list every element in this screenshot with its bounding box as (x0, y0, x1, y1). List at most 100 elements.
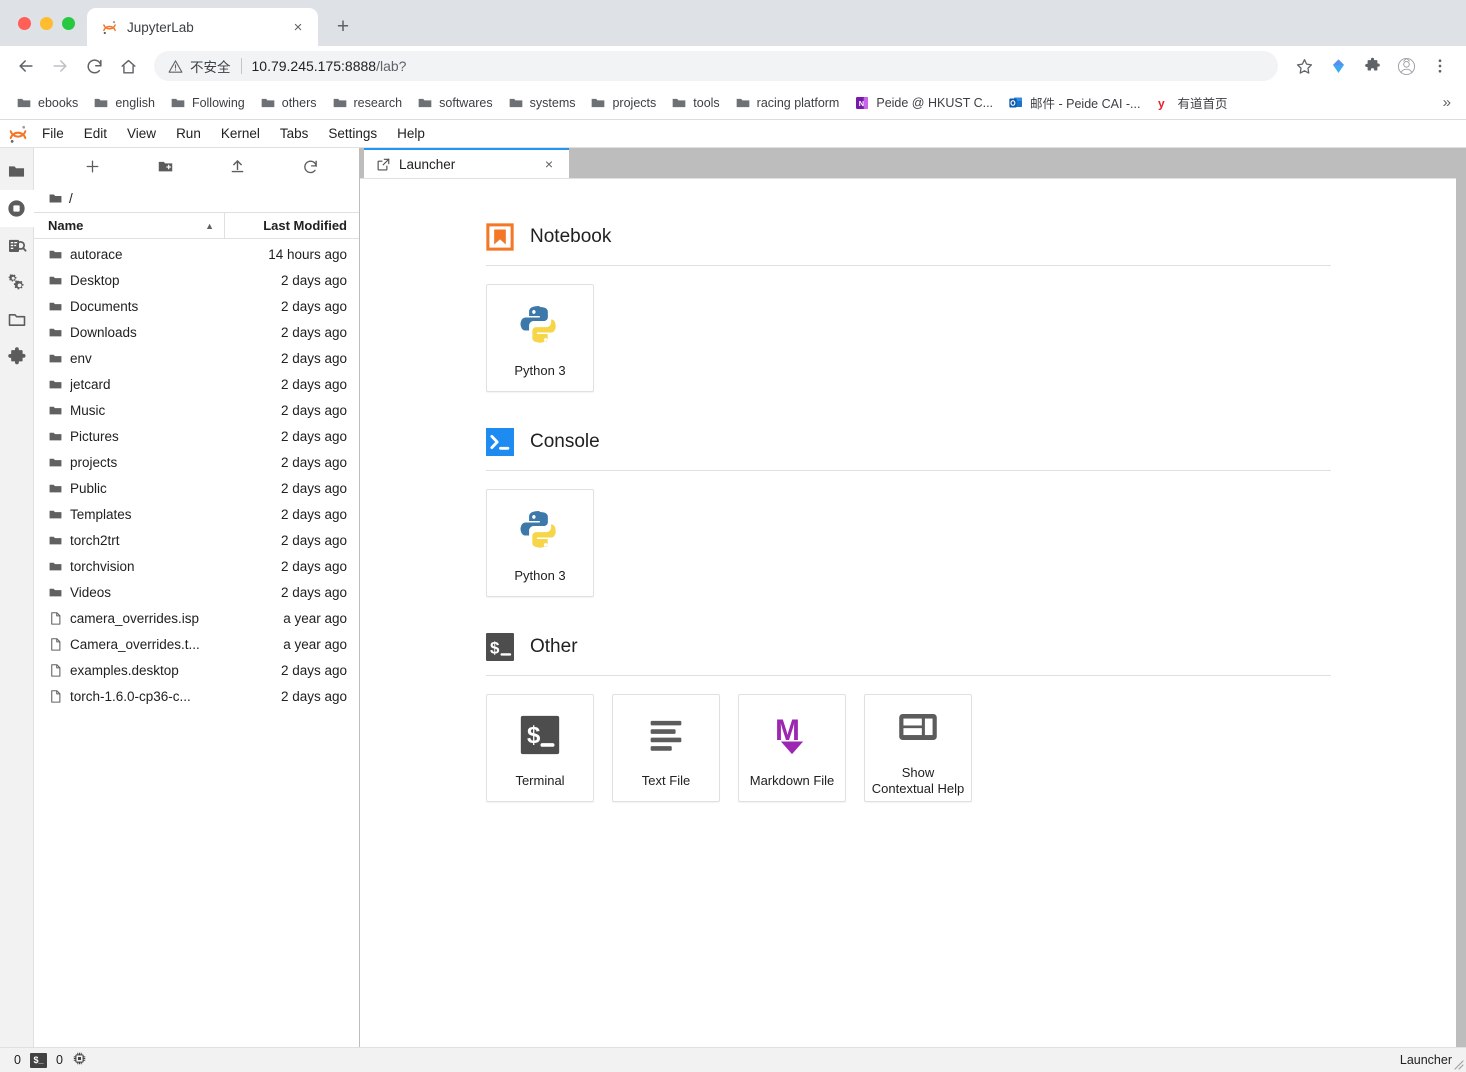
dock-tab-close-icon[interactable]: × (541, 156, 557, 172)
browser-menu-button[interactable] (1424, 50, 1456, 82)
menu-settings[interactable]: Settings (318, 123, 387, 145)
back-button[interactable] (10, 50, 42, 82)
file-list-item[interactable]: jetcard 2 days ago (34, 371, 359, 397)
new-launcher-button[interactable] (79, 153, 105, 179)
file-list-item[interactable]: projects 2 days ago (34, 449, 359, 475)
bookmark-item[interactable]: softwares (410, 91, 500, 115)
launcher-card-label: Show Contextual Help (871, 764, 965, 796)
extensions-button[interactable] (1356, 50, 1388, 82)
address-bar[interactable]: 不安全 10.79.245.175:8888/lab? (154, 51, 1278, 81)
file-list-item[interactable]: examples.desktop 2 days ago (34, 657, 359, 683)
sidebar-item-running-sessions[interactable] (0, 190, 34, 227)
menu-file[interactable]: File (32, 123, 74, 145)
forward-button[interactable] (44, 50, 76, 82)
file-list-item[interactable]: Camera_overrides.t... a year ago (34, 631, 359, 657)
launcher-card[interactable]: Python 3 (486, 489, 594, 597)
file-last-modified: 2 days ago (280, 688, 347, 704)
sidebar-item-property-inspector[interactable] (0, 264, 34, 301)
upload-button[interactable] (225, 153, 251, 179)
bookmark-label: 有道首页 (1177, 97, 1228, 111)
file-list-item[interactable]: Videos 2 days ago (34, 579, 359, 605)
column-header-name[interactable]: Name ▲ (34, 213, 225, 238)
refresh-button[interactable] (298, 153, 324, 179)
diamond-extension-button[interactable] (1322, 50, 1354, 82)
bookmark-item[interactable]: english (86, 91, 162, 115)
maximize-window-button[interactable] (62, 16, 75, 30)
menu-tabs[interactable]: Tabs (270, 123, 319, 145)
file-list-item[interactable]: Templates 2 days ago (34, 501, 359, 527)
folder-icon (94, 98, 108, 107)
puzzle-extensions-icon (1364, 57, 1380, 70)
breadcrumb[interactable]: / (34, 184, 359, 212)
file-list-item[interactable]: Music 2 days ago (34, 397, 359, 423)
bookmark-item[interactable]: tools (664, 91, 726, 115)
profile-avatar[interactable] (1390, 50, 1422, 82)
browser-tab-jupyterlab[interactable]: JupyterLab × (87, 8, 318, 46)
launcher-card[interactable]: M Markdown File (738, 694, 846, 802)
file-last-modified: 2 days ago (280, 324, 347, 340)
close-window-button[interactable] (18, 16, 31, 30)
file-list-item[interactable]: Pictures 2 days ago (34, 423, 359, 449)
file-list-item[interactable]: camera_overrides.isp a year ago (34, 605, 359, 631)
sidebar-item-command-palette[interactable] (0, 227, 34, 264)
new-folder-icon (158, 161, 172, 171)
menu-view[interactable]: View (117, 123, 166, 145)
sidebar-item-extension-manager[interactable] (0, 338, 34, 375)
bookmark-item[interactable]: ebooks (9, 91, 85, 115)
bookmark-item[interactable]: others (253, 91, 324, 115)
column-header-last-modified[interactable]: Last Modified (225, 218, 359, 233)
file-list-item[interactable]: autorace 14 hours ago (34, 241, 359, 267)
terminal-dollar-icon: $ (486, 633, 514, 661)
terminal-chip-icon[interactable]: $_ (29, 1052, 47, 1068)
sidebar-item-file-browser[interactable] (0, 153, 34, 190)
bookmark-label: 邮件 - Peide CAI -... (1030, 97, 1141, 111)
window-resize-handle[interactable] (1452, 1058, 1464, 1070)
file-last-modified: 2 days ago (280, 428, 347, 444)
menu-run[interactable]: Run (166, 123, 211, 145)
launcher-card[interactable]: $ Terminal (486, 694, 594, 802)
bookmark-item[interactable]: projects (583, 91, 663, 115)
file-last-modified: a year ago (283, 610, 347, 626)
breadcrumb-root[interactable]: / (69, 191, 73, 206)
file-list-item[interactable]: Public 2 days ago (34, 475, 359, 501)
file-name: torch2trt (70, 532, 120, 548)
launcher-card[interactable]: Show Contextual Help (864, 694, 972, 802)
bookmark-item[interactable]: Following (163, 91, 252, 115)
browser-tab-close-icon[interactable]: × (288, 17, 308, 37)
markdown-m-icon: M (775, 714, 804, 755)
file-list-item[interactable]: Downloads 2 days ago (34, 319, 359, 345)
launcher-section-header: Console (486, 428, 1456, 456)
bookmark-item[interactable]: 邮件 - Peide CAI -... (1001, 89, 1147, 116)
diamond-extension-icon (1332, 58, 1344, 73)
cpu-chip-icon[interactable] (72, 1051, 87, 1069)
bookmark-star-button[interactable] (1288, 50, 1320, 82)
bookmark-item[interactable]: N Peide @ HKUST C... (847, 91, 1000, 115)
home-button[interactable] (112, 50, 144, 82)
file-list-item[interactable]: torch2trt 2 days ago (34, 527, 359, 553)
sidebar-item-open-tabs[interactable] (0, 301, 34, 338)
minimize-window-button[interactable] (40, 16, 53, 30)
file-list-item[interactable]: env 2 days ago (34, 345, 359, 371)
menu-kernel[interactable]: Kernel (211, 123, 270, 145)
reload-button[interactable] (78, 50, 110, 82)
bookmark-item[interactable]: y 有道首页 (1148, 89, 1234, 116)
launcher-card[interactable]: Text File (612, 694, 720, 802)
launcher-card[interactable]: Python 3 (486, 284, 594, 392)
bookmark-item[interactable]: research (325, 91, 410, 115)
file-name: Camera_overrides.t... (70, 636, 200, 652)
new-tab-button[interactable]: + (328, 12, 358, 42)
dock-tab-launcher[interactable]: Launcher × (364, 148, 569, 178)
bookmark-item[interactable]: systems (501, 91, 583, 115)
bookmark-item[interactable]: racing platform (728, 91, 847, 115)
file-list-item[interactable]: Desktop 2 days ago (34, 267, 359, 293)
window-controls (10, 0, 87, 46)
file-list-item[interactable]: torch-1.6.0-cp36-c... 2 days ago (34, 683, 359, 709)
folder-icon (49, 562, 62, 570)
new-folder-button[interactable] (152, 153, 178, 179)
dock-tab-label: Launcher (399, 156, 456, 172)
bookmarks-overflow-button[interactable]: » (1443, 94, 1457, 111)
file-list-item[interactable]: Documents 2 days ago (34, 293, 359, 319)
file-list-item[interactable]: torchvision 2 days ago (34, 553, 359, 579)
menu-edit[interactable]: Edit (74, 123, 117, 145)
menu-help[interactable]: Help (387, 123, 435, 145)
